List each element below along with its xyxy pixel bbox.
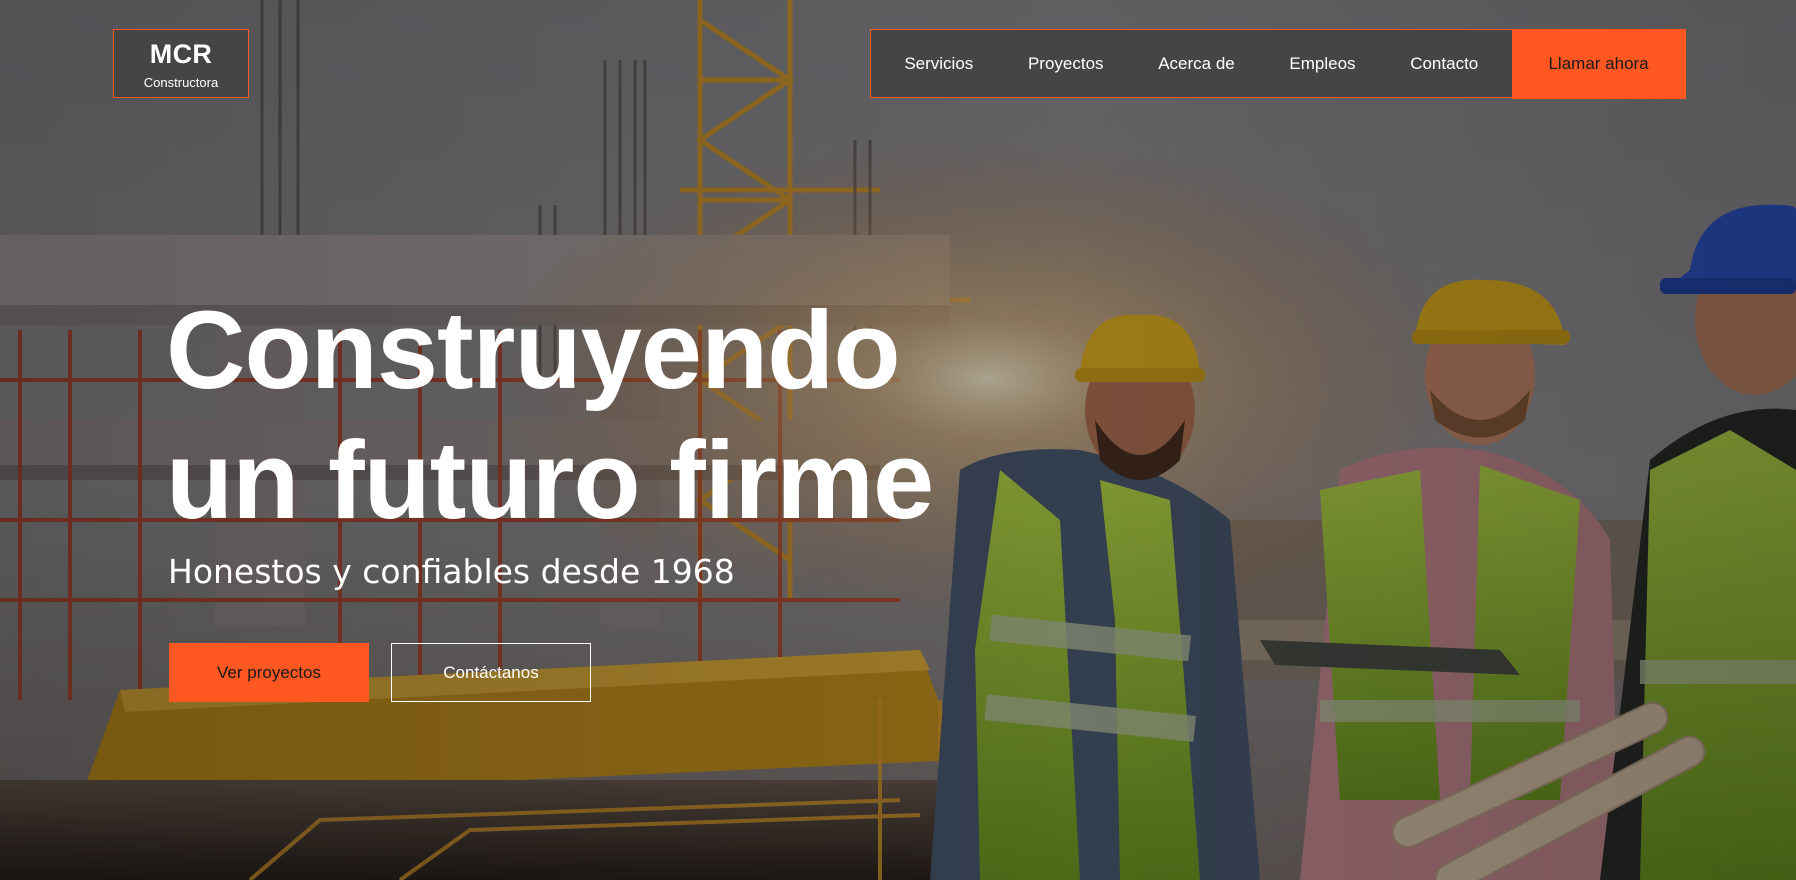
main-nav: Servicios Proyectos Acerca de Empleos Co… bbox=[870, 28, 1686, 99]
logo-tagline: Constructora bbox=[143, 75, 219, 90]
contact-us-button[interactable]: Contáctanos bbox=[391, 643, 591, 702]
view-projects-button[interactable]: Ver proyectos bbox=[169, 643, 369, 702]
logo[interactable]: MCR Constructora bbox=[113, 29, 249, 98]
nav-item-contacto[interactable]: Contacto bbox=[1410, 54, 1478, 74]
nav-item-servicios[interactable]: Servicios bbox=[904, 54, 973, 74]
nav-item-empleos[interactable]: Empleos bbox=[1289, 54, 1355, 74]
nav-item-acerca-de[interactable]: Acerca de bbox=[1158, 54, 1235, 74]
logo-title: MCR bbox=[149, 39, 213, 69]
nav-item-proyectos[interactable]: Proyectos bbox=[1028, 54, 1104, 74]
hero-section: MCR Constructora Servicios Proyectos Ace… bbox=[0, 0, 1796, 880]
hero-headline-line1: Construyendo bbox=[166, 289, 901, 412]
hero-headline: Construyendo un futuro firme bbox=[166, 286, 934, 546]
call-now-button[interactable]: Llamar ahora bbox=[1511, 28, 1686, 99]
nav-links: Servicios Proyectos Acerca de Empleos Co… bbox=[871, 30, 1512, 97]
hero-subtitle: Honestos y confiables desde 1968 bbox=[168, 552, 735, 591]
hero-headline-line2: un futuro firme bbox=[166, 419, 934, 542]
